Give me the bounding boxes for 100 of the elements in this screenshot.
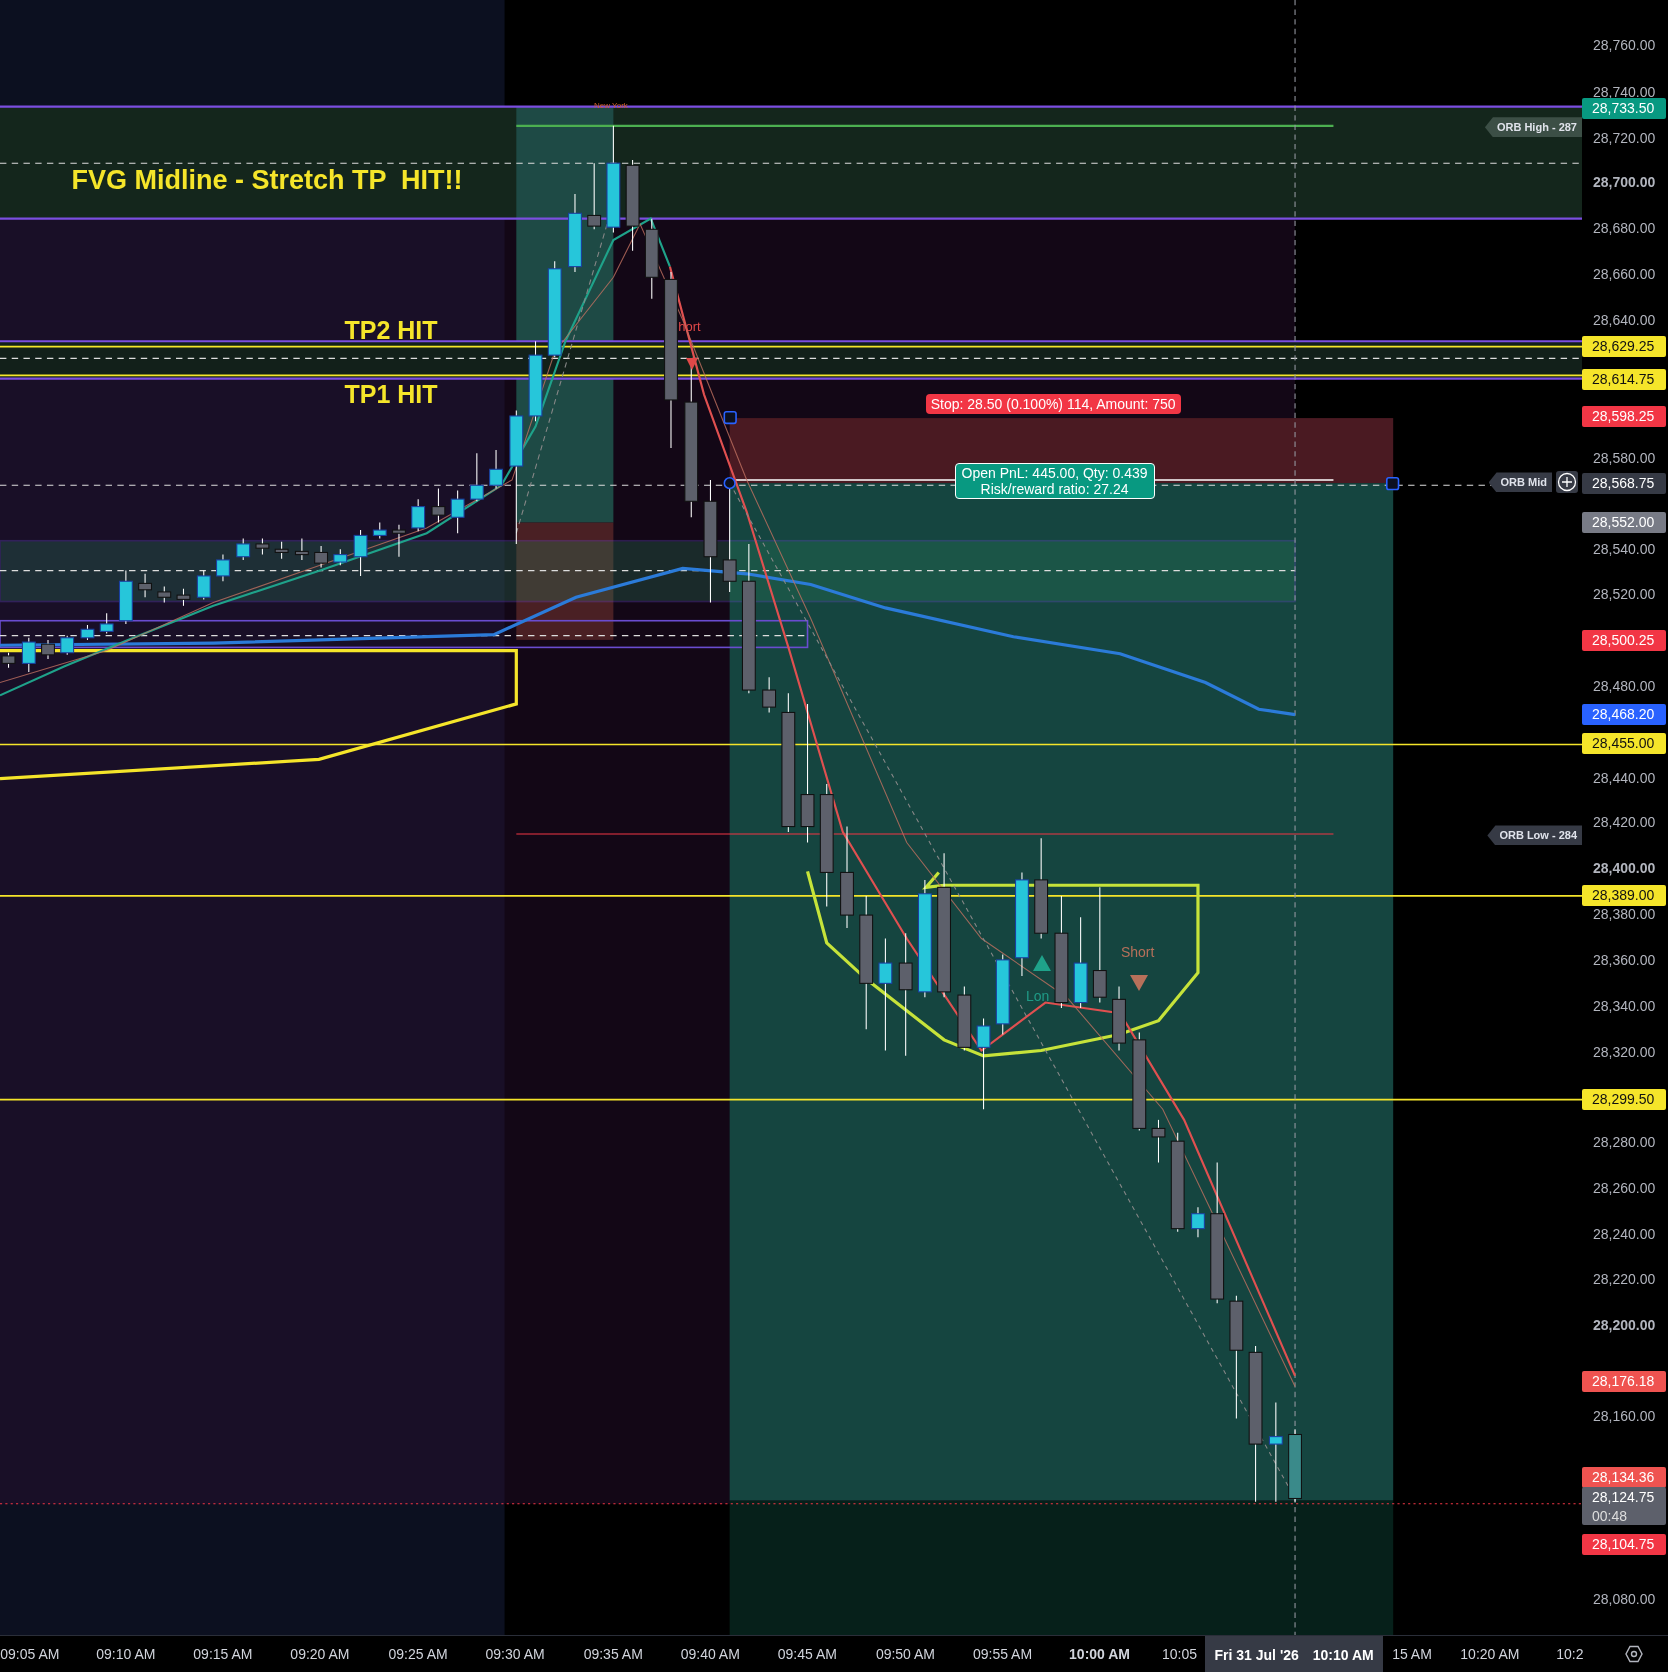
time-label: 09:10 AM [96,1646,156,1662]
price-badge: 28,568.75 [1582,473,1666,495]
price-label: 28,420.00 [1593,814,1656,831]
price-badge: 28,500.25 [1582,629,1666,651]
candlestick [314,545,329,568]
candlestick [353,529,368,577]
crosshair-time-label: Fri 31 Jul '26 10:10 AM [1205,1636,1384,1672]
price-label: 28,160.00 [1593,1408,1656,1425]
time-label: 09:40 AM [680,1646,740,1662]
candlestick [99,612,114,635]
price-badge: 28,389.00 [1582,884,1666,906]
time-label: 09:50 AM [875,1646,936,1662]
price-badge: 28,468.20 [1582,703,1666,725]
candlestick [762,676,777,713]
candlestick [157,586,172,604]
candlestick [196,570,211,600]
candlestick [216,554,230,582]
annotation-text: TP2 HIT [344,315,438,345]
candlestick [176,588,191,607]
time-label: 15 AM [1392,1646,1432,1662]
price-label: 28,520.00 [1593,586,1656,603]
line-tag: ORB Low - 284 [1487,825,1582,846]
time-label: 10:00 AM [1069,1646,1130,1662]
candlestick [41,639,55,660]
time-label: 09:30 AM [485,1646,545,1662]
price-badge: 28,733.50 [1582,97,1666,119]
price-label: 28,260.00 [1593,1180,1656,1197]
time-label: 09:45 AM [777,1646,837,1662]
candlestick [294,538,309,561]
price-badge: 28,134.36 [1582,1467,1666,1489]
candlestick [469,452,484,502]
signal-label: Short [1120,943,1155,960]
candlestick [450,490,465,534]
candlestick [333,548,348,566]
candlestick [411,498,426,532]
price-label: 28,360.00 [1593,951,1656,968]
price-label: 28,400.00 [1593,860,1656,877]
stop-label: Stop: 28.50 (0.100%) 114, Amount: 750 [925,393,1181,414]
candlestick [372,522,387,540]
candlestick [80,624,95,641]
candlestick [255,538,270,556]
price-label: 28,320.00 [1593,1043,1656,1060]
time-label: 10:20 AM [1460,1646,1520,1662]
session-label: New York [594,101,628,111]
price-label: 28,640.00 [1593,312,1656,328]
settings-icon[interactable] [1624,1644,1644,1664]
line-tag: ORB High - 287 [1484,117,1582,138]
price-label: 28,080.00 [1593,1590,1656,1607]
add-button[interactable] [1556,471,1578,494]
candlestick [236,538,251,561]
price-badge: 28,614.75 [1582,368,1666,390]
up-triangle-icon [1033,954,1052,971]
candlestick [138,573,152,598]
price-label: 28,200.00 [1593,1316,1656,1333]
time-label: 09:15 AM [193,1646,253,1662]
candlestick [587,162,602,230]
annotation-text: TP1 HIT [344,379,438,409]
price-badge: 28,552.00 [1582,511,1666,533]
time-label: 10:05 [1162,1646,1198,1662]
price-label: 28,380.00 [1593,906,1656,923]
time-label: 09:20 AM [290,1646,350,1662]
candlestick [1151,1119,1166,1164]
price-label: 28,220.00 [1593,1270,1656,1287]
price-label: 28,280.00 [1593,1134,1656,1151]
price-badge: 28,455.00 [1582,733,1666,755]
candlestick [1191,1206,1205,1238]
price-label: 28,480.00 [1593,677,1656,694]
price-label: 28,760.00 [1593,36,1656,53]
price-badge: 28,629.25 [1582,335,1666,357]
position-info-label: Open PnL: 445.00, Qty: 0.439 Risk/reward ratio: 27.24 [954,462,1155,499]
signal-label: Lon [1025,987,1050,1004]
down-triangle-icon [685,358,698,371]
candlestick [1112,986,1126,1052]
price-label: 28,440.00 [1593,769,1656,786]
price-label: 28,700.00 [1593,174,1656,191]
candlestick [274,541,289,560]
time-label: 09:05 AM [0,1646,60,1662]
candlestick [392,524,406,558]
price-label: 28,580.00 [1593,449,1656,466]
candlestick [60,635,75,656]
price-label: 28,720.00 [1593,129,1656,146]
time-label: 10:2 [1556,1646,1584,1662]
down-triangle-icon [1130,974,1149,991]
candlestick [1,652,16,669]
time-label: 09:35 AM [583,1646,643,1662]
time-label: 09:55 AM [972,1646,1033,1662]
line-tag: ORB Mid [1488,472,1552,493]
price-label: 28,340.00 [1593,997,1656,1014]
price-badge: 28,176.18 [1582,1371,1666,1393]
price-badge: 28,598.25 [1582,406,1666,427]
price-label: 28,740.00 [1593,83,1656,100]
price-badge: 28,299.50 [1582,1088,1666,1110]
price-badge: 28,104.75 [1582,1534,1666,1556]
time-label: 09:25 AM [388,1646,448,1662]
price-label: 28,680.00 [1593,220,1656,237]
price-label: 28,660.00 [1593,266,1656,283]
candlestick [118,570,133,625]
candlestick [431,487,446,524]
price-badge: 28,124.75 00:48 [1582,1487,1666,1526]
candlestick [489,449,503,489]
